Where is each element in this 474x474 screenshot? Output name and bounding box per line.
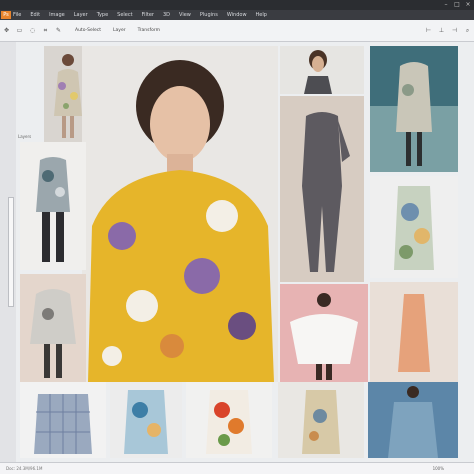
menu-filter[interactable]: Filter — [142, 12, 154, 18]
menu-window[interactable]: Window — [227, 12, 247, 18]
align-center-icon[interactable]: ⊥ — [438, 27, 445, 34]
tile-white-cape[interactable] — [280, 284, 368, 382]
tile-teal-backdrop[interactable] — [370, 46, 458, 172]
blue-tunic-image — [368, 382, 458, 458]
move-tool-icon[interactable]: ✥ — [3, 27, 10, 34]
menu-help[interactable]: Help — [256, 12, 267, 18]
menu-edit[interactable]: Edit — [30, 12, 40, 18]
tab-transform[interactable]: Transform — [132, 28, 166, 33]
cream-dress-image — [278, 382, 364, 458]
doc-size-status: Doc: 24.3M/96.1M — [6, 466, 43, 471]
marquee-tool-icon[interactable]: ▭ — [16, 27, 23, 34]
maximize-button[interactable]: □ — [453, 1, 461, 8]
options-tabs: Auto-Select Layer Transform — [69, 26, 166, 36]
zoom-level[interactable]: 100% — [433, 466, 444, 471]
status-bar: Doc: 24.3M/96.1M 100% — [0, 462, 474, 474]
tools-rail — [0, 42, 16, 462]
app-logo: Ps — [1, 11, 11, 19]
white-cape-image — [280, 284, 368, 382]
align-right-icon[interactable]: ⊣ — [451, 27, 458, 34]
blue-print-dress-image — [110, 382, 182, 458]
watercolor-dress-image — [370, 176, 458, 278]
tile-model-printed-shirt[interactable] — [20, 142, 86, 270]
app-window: Summer_Moodboard – □ × Ps File Edit Imag… — [0, 0, 474, 474]
tile-peach-dress[interactable] — [370, 282, 458, 382]
crop-tool-icon[interactable]: ⌗ — [42, 27, 49, 34]
menu-3d[interactable]: 3D — [163, 12, 170, 18]
peach-dress-image — [370, 282, 458, 382]
lasso-tool-icon[interactable]: ◌ — [29, 27, 36, 34]
search-icon[interactable]: ⌕ — [464, 27, 471, 34]
menu-select[interactable]: Select — [117, 12, 132, 18]
tile-red-floral-top[interactable] — [186, 382, 272, 458]
panel-resize-handle[interactable] — [8, 197, 14, 307]
menu-plugins[interactable]: Plugins — [200, 12, 218, 18]
tile-draped-top[interactable] — [20, 274, 86, 384]
menu-layer[interactable]: Layer — [74, 12, 88, 18]
menu-file[interactable]: File — [13, 12, 21, 18]
tab-layer[interactable]: Layer — [107, 28, 132, 33]
tile-watercolor-dress[interactable] — [370, 176, 458, 278]
window-controls: – □ × — [442, 1, 472, 8]
draped-top-image — [20, 274, 86, 384]
tile-blue-tunic[interactable] — [368, 382, 458, 458]
align-left-icon[interactable]: ⊢ — [425, 27, 432, 34]
plaid-shirt-image — [20, 382, 106, 458]
tile-cream-dress[interactable] — [278, 382, 364, 458]
tile-gray-jumpsuit[interactable] — [280, 96, 364, 282]
menu-type[interactable]: Type — [97, 12, 108, 18]
document-canvas[interactable]: Layers — [16, 42, 474, 462]
tile-hero-model[interactable] — [82, 46, 278, 382]
minimize-button[interactable]: – — [442, 1, 450, 8]
tab-auto-select[interactable]: Auto-Select — [69, 28, 107, 33]
title-bar: Summer_Moodboard – □ × — [0, 0, 474, 20]
hero-model-image — [82, 46, 278, 382]
tile-blue-print-dress[interactable] — [110, 382, 182, 458]
menu-view[interactable]: View — [179, 12, 191, 18]
tile-plaid-shirt[interactable] — [20, 382, 106, 458]
teal-backdrop-image — [370, 46, 458, 172]
model-tank-image — [280, 46, 364, 94]
gray-jumpsuit-image — [280, 96, 364, 282]
red-floral-top-image — [186, 382, 272, 458]
model-printed-shirt-image — [20, 142, 86, 270]
tile-model-tank[interactable] — [280, 46, 364, 94]
close-button[interactable]: × — [464, 1, 472, 8]
options-toolbar: ✥ ▭ ◌ ⌗ ✎ Auto-Select Layer Transform ⊢ … — [0, 20, 474, 60]
brush-tool-icon[interactable]: ✎ — [55, 27, 62, 34]
side-label: Layers — [18, 134, 32, 139]
menu-bar: Ps File Edit Image Layer Type Select Fil… — [0, 10, 474, 20]
menu-image[interactable]: Image — [49, 12, 65, 18]
